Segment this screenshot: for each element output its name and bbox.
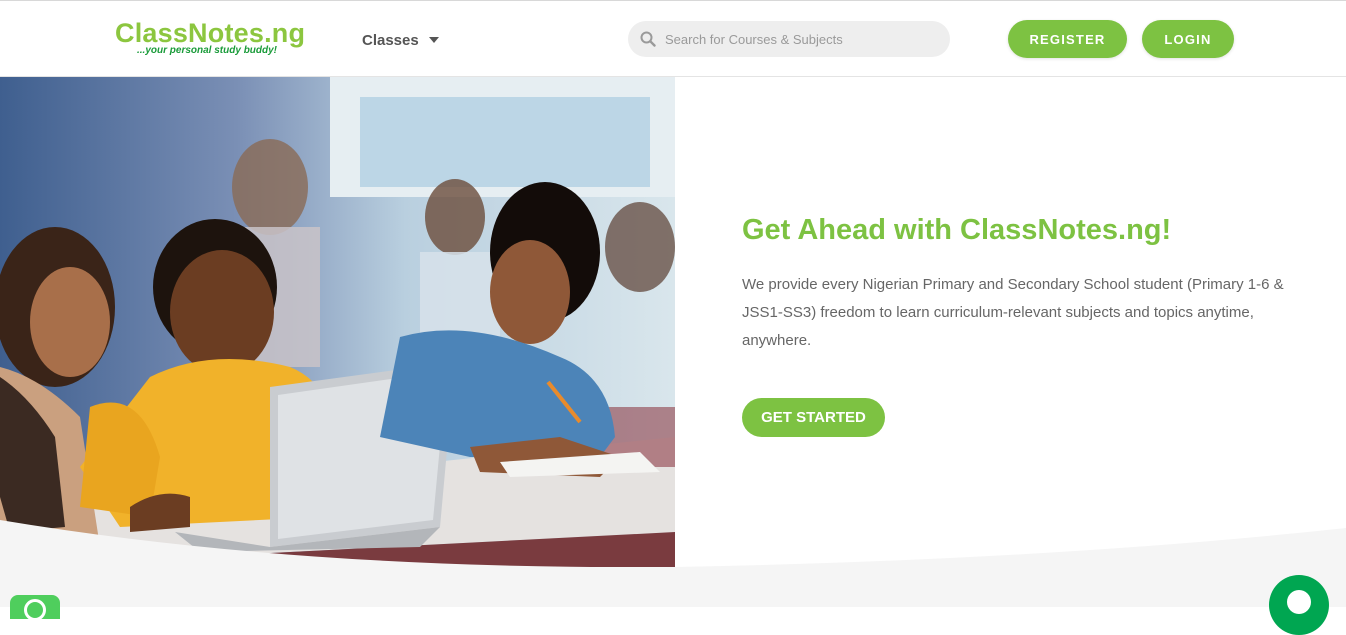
- login-button[interactable]: LOGIN: [1142, 20, 1234, 58]
- search-input[interactable]: [665, 31, 925, 47]
- classes-dropdown[interactable]: Classes: [362, 29, 439, 51]
- classes-label: Classes: [362, 31, 419, 49]
- chat-icon: [1287, 590, 1311, 614]
- search-icon: [640, 31, 656, 47]
- logo-text: ClassNotes.ng: [115, 18, 306, 48]
- students-photo: [0, 77, 675, 567]
- hero-title: Get Ahead with ClassNotes.ng!: [742, 214, 1172, 246]
- site-header: ClassNotes.ng ...your personal study bud…: [0, 1, 1346, 77]
- hero-description: We provide every Nigerian Primary and Se…: [742, 276, 1284, 349]
- chevron-down-icon: [428, 37, 439, 43]
- logo-tagline: ...your personal study buddy!: [137, 45, 278, 56]
- hero-image: [0, 77, 675, 567]
- get-started-button[interactable]: GET STARTED: [742, 398, 885, 437]
- search-bar: [628, 21, 950, 57]
- bottom-wave: [0, 520, 1346, 607]
- whatsapp-button[interactable]: [10, 595, 60, 619]
- whatsapp-icon: [24, 599, 46, 619]
- chat-button[interactable]: [1269, 575, 1329, 635]
- register-button[interactable]: REGISTER: [1008, 20, 1127, 58]
- site-logo[interactable]: ClassNotes.ng ...your personal study bud…: [115, 18, 315, 60]
